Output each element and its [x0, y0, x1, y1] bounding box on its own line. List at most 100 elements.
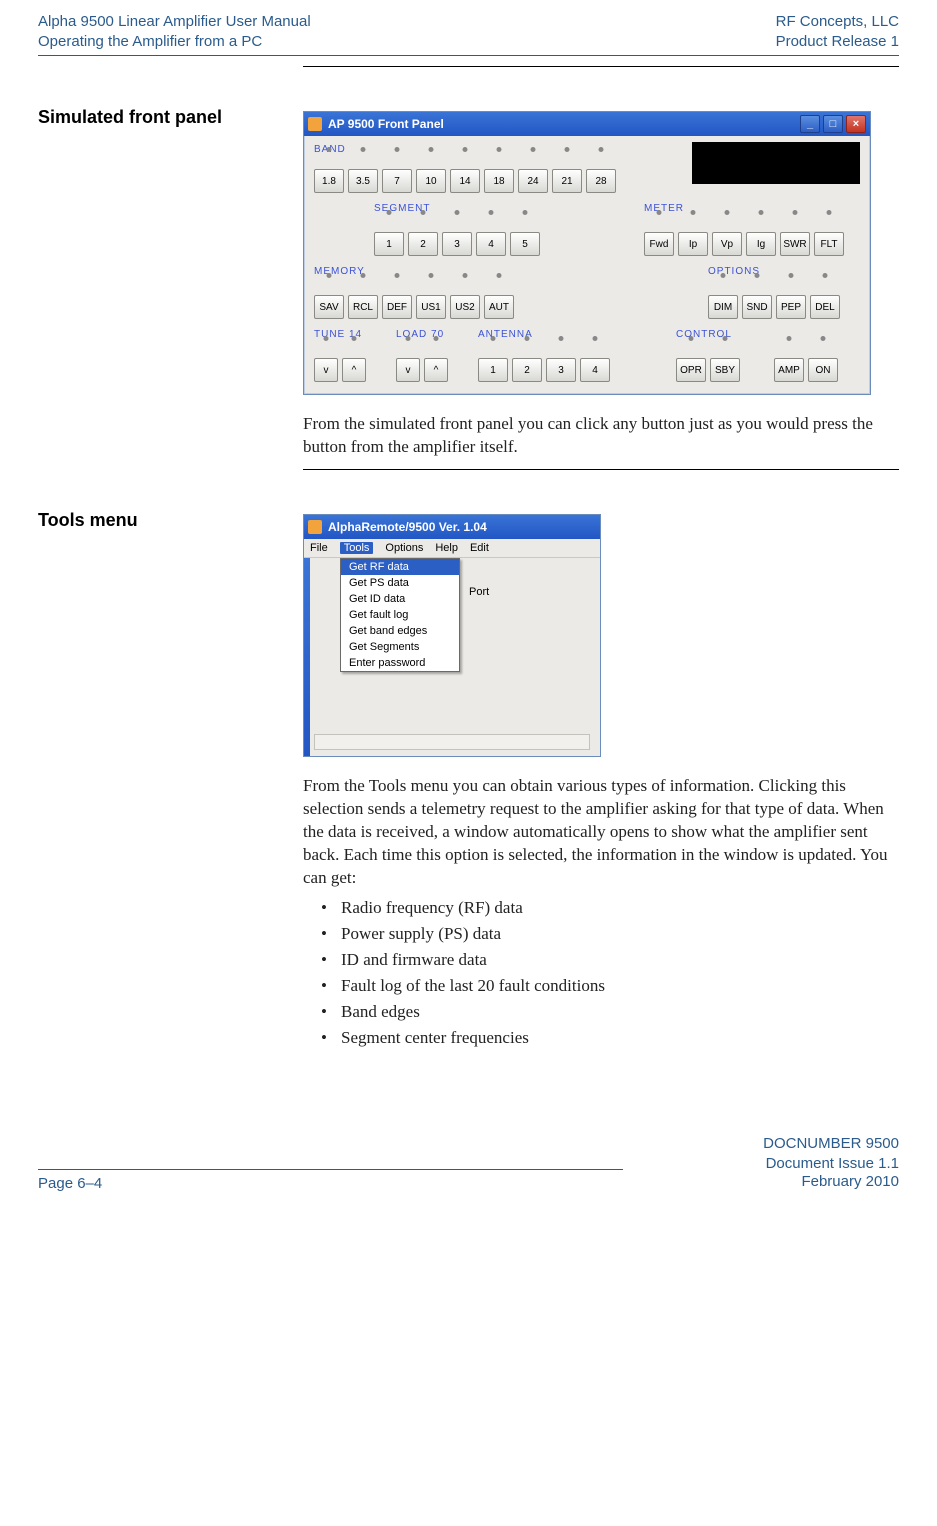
menu-item-get-segments[interactable]: Get Segments: [341, 639, 459, 655]
band-led: [497, 147, 502, 152]
control-button-amp[interactable]: AMP: [774, 358, 804, 382]
memory-button-sav[interactable]: SAV: [314, 295, 344, 319]
segment-led: [421, 210, 426, 215]
memory-button-us1[interactable]: US1: [416, 295, 446, 319]
tune-button-v[interactable]: v: [314, 358, 338, 382]
meter-button-ip[interactable]: Ip: [678, 232, 708, 256]
band-led: [565, 147, 570, 152]
menu-item-get-rf-data[interactable]: Get RF data: [341, 559, 459, 575]
band-button-3.5[interactable]: 3.5: [348, 169, 378, 193]
footer-doc: DOCNUMBER 9500: [763, 1134, 899, 1154]
port-label: Port: [469, 586, 489, 598]
control-button-sby[interactable]: SBY: [710, 358, 740, 382]
band-button-7[interactable]: 7: [382, 169, 412, 193]
band-button-1.8[interactable]: 1.8: [314, 169, 344, 193]
section-divider-2: [303, 469, 899, 470]
memory-button-us2[interactable]: US2: [450, 295, 480, 319]
segment-led: [523, 210, 528, 215]
band-button-10[interactable]: 10: [416, 169, 446, 193]
segment-button-1[interactable]: 1: [374, 232, 404, 256]
options-button-snd[interactable]: SND: [742, 295, 772, 319]
control-button-on[interactable]: ON: [808, 358, 838, 382]
antenna-led: [593, 336, 598, 341]
meter-button-fwd[interactable]: Fwd: [644, 232, 674, 256]
close-button[interactable]: ×: [846, 115, 866, 133]
memory-button-aut[interactable]: AUT: [484, 295, 514, 319]
menu-item-get-fault-log[interactable]: Get fault log: [341, 607, 459, 623]
meter-led: [657, 210, 662, 215]
load-label: LOAD 70: [396, 329, 448, 340]
tune-label: TUNE 14: [314, 329, 366, 340]
menu-tools[interactable]: Tools: [340, 542, 374, 554]
memory-led: [361, 273, 366, 278]
control-led: [689, 336, 694, 341]
meter-button-ig[interactable]: Ig: [746, 232, 776, 256]
memory-button-rcl[interactable]: RCL: [348, 295, 378, 319]
footer-date: February 2010: [801, 1172, 899, 1192]
load-button-^[interactable]: ^: [424, 358, 448, 382]
band-button-18[interactable]: 18: [484, 169, 514, 193]
memory-led: [463, 273, 468, 278]
band-button-28[interactable]: 28: [586, 169, 616, 193]
meter-button-swr[interactable]: SWR: [780, 232, 810, 256]
options-button-pep[interactable]: PEP: [776, 295, 806, 319]
menu-edit[interactable]: Edit: [470, 542, 489, 554]
menu-options[interactable]: Options: [385, 542, 423, 554]
options-button-del[interactable]: DEL: [810, 295, 840, 319]
display-screen: [692, 142, 860, 184]
segment-led: [489, 210, 494, 215]
options-led: [755, 273, 760, 278]
front-panel-title: AP 9500 Front Panel: [328, 117, 444, 131]
menu-item-get-id-data[interactable]: Get ID data: [341, 591, 459, 607]
segment-button-4[interactable]: 4: [476, 232, 506, 256]
memory-led: [429, 273, 434, 278]
tools-window: AlphaRemote/9500 Ver. 1.04 FileToolsOpti…: [303, 514, 601, 757]
meter-button-vp[interactable]: Vp: [712, 232, 742, 256]
left-strip: [304, 558, 310, 756]
section-divider: [303, 66, 899, 67]
load-led: [434, 336, 439, 341]
memory-led: [497, 273, 502, 278]
band-button-21[interactable]: 21: [552, 169, 582, 193]
menu-item-get-ps-data[interactable]: Get PS data: [341, 575, 459, 591]
maximize-button[interactable]: □: [823, 115, 843, 133]
antenna-button-3[interactable]: 3: [546, 358, 576, 382]
minimize-button[interactable]: _: [800, 115, 820, 133]
meter-led: [759, 210, 764, 215]
band-button-24[interactable]: 24: [518, 169, 548, 193]
band-button-14[interactable]: 14: [450, 169, 480, 193]
antenna-led: [559, 336, 564, 341]
memory-label: MEMORY: [314, 266, 514, 277]
header-left-2: Operating the Amplifier from a PC: [38, 32, 311, 52]
segment-button-5[interactable]: 5: [510, 232, 540, 256]
tune-led: [324, 336, 329, 341]
bullet-item: Radio frequency (RF) data: [329, 898, 899, 918]
menu-file[interactable]: File: [310, 542, 328, 554]
bullet-item: Band edges: [329, 1002, 899, 1022]
menubar[interactable]: File Tools Options Help Edit: [304, 539, 600, 558]
memory-led: [395, 273, 400, 278]
menu-help[interactable]: Help: [435, 542, 458, 554]
antenna-button-1[interactable]: 1: [478, 358, 508, 382]
antenna-button-4[interactable]: 4: [580, 358, 610, 382]
menu-item-enter-password[interactable]: Enter password: [341, 655, 459, 671]
options-button-dim[interactable]: DIM: [708, 295, 738, 319]
page-header: Alpha 9500 Linear Amplifier User Manual …: [38, 12, 899, 51]
options-label: OPTIONS: [708, 266, 840, 277]
options-led: [789, 273, 794, 278]
segment-button-2[interactable]: 2: [408, 232, 438, 256]
meter-button-flt[interactable]: FLT: [814, 232, 844, 256]
footer-page: Page 6–4: [38, 1175, 102, 1192]
bullet-item: Fault log of the last 20 fault condition…: [329, 976, 899, 996]
segment-button-3[interactable]: 3: [442, 232, 472, 256]
menu-item-get-band-edges[interactable]: Get band edges: [341, 623, 459, 639]
load-button-v[interactable]: v: [396, 358, 420, 382]
band-led: [531, 147, 536, 152]
memory-button-def[interactable]: DEF: [382, 295, 412, 319]
control-button-opr[interactable]: OPR: [676, 358, 706, 382]
tools-dropdown[interactable]: Get RF dataGet PS dataGet ID dataGet fau…: [340, 558, 460, 672]
meter-led: [793, 210, 798, 215]
antenna-button-2[interactable]: 2: [512, 358, 542, 382]
tune-button-^[interactable]: ^: [342, 358, 366, 382]
band-led: [429, 147, 434, 152]
